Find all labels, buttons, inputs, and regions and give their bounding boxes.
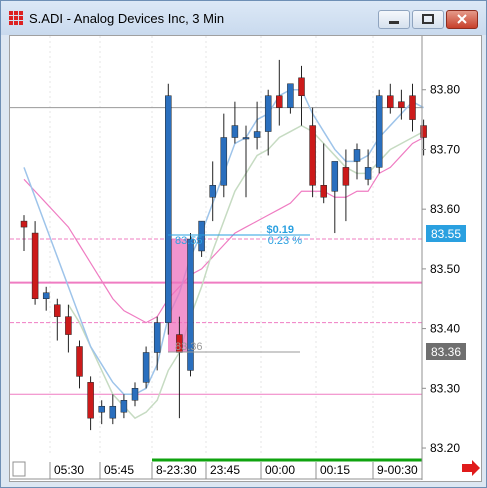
candle-body <box>264 95 272 132</box>
candle-body <box>309 125 316 186</box>
measure-percent: 0.23 % <box>268 235 302 247</box>
candle-body <box>231 125 239 138</box>
candle <box>109 394 117 425</box>
candle-body <box>375 95 383 168</box>
maximize-icon <box>422 14 434 24</box>
chart-area[interactable]: $0.19 0.23 % 83.55 83.36 83.80 83.70 83.60… <box>9 35 482 482</box>
candle <box>220 113 228 198</box>
candle-body <box>131 388 139 401</box>
candle <box>253 101 261 150</box>
candle-body <box>142 352 150 383</box>
candle <box>65 304 72 353</box>
candle <box>242 125 250 198</box>
price-tick-label: 83.40 <box>430 322 460 336</box>
price-tick-label: 83.60 <box>430 202 460 216</box>
price-flag-lower-label: 83.36 <box>431 345 461 359</box>
window-title: S.ADI - Analog Devices Inc, 3 Min <box>29 11 225 26</box>
candle <box>120 394 128 419</box>
candle <box>165 83 172 335</box>
time-axis: 05:30 05:45 8-23:30 23:45 00:00 00:15 9-00:30 <box>49 462 418 479</box>
candle-body <box>387 95 394 108</box>
price-tick-label: 83.80 <box>430 83 460 97</box>
price-tick-label: 83.50 <box>430 262 460 276</box>
grid <box>49 36 374 454</box>
scroll-right-arrow-icon[interactable] <box>462 460 480 476</box>
minimize-icon <box>389 21 399 24</box>
candle-body <box>287 83 294 108</box>
price-tick-label: 83.20 <box>430 441 460 455</box>
candle <box>87 376 94 431</box>
measure-end-label: 83.36 <box>175 341 203 353</box>
chart-window: S.ADI - Analog Devices Inc, 3 Min $0.19 … <box>0 0 487 488</box>
candle-body <box>398 101 405 108</box>
candle-body <box>165 95 172 323</box>
candle <box>187 233 194 377</box>
candle <box>98 400 105 425</box>
candle-body <box>320 185 327 198</box>
candle-body <box>209 185 216 198</box>
candle-body <box>298 77 305 96</box>
price-chart[interactable]: $0.19 0.23 % 83.55 83.36 83.8083.7083.60… <box>10 36 481 481</box>
time-tick-label: 00:15 <box>320 463 350 477</box>
candle <box>264 89 272 156</box>
candle-body <box>409 95 416 120</box>
candle <box>42 286 50 311</box>
maximize-button[interactable] <box>412 10 444 29</box>
candle <box>375 89 383 174</box>
time-tick-label: 23:45 <box>210 463 240 477</box>
candle <box>309 107 316 198</box>
price-flag-upper-label: 83.55 <box>431 227 461 241</box>
price-axis: 83.80 83.70 83.60 83.50 83.40 83.30 83.20 <box>422 83 460 455</box>
candle <box>364 149 372 186</box>
candle-body <box>253 131 261 138</box>
scroll-box[interactable] <box>12 461 26 477</box>
time-tick-label: 05:45 <box>104 463 134 477</box>
candle-body <box>31 232 39 299</box>
title-bar[interactable]: S.ADI - Analog Devices Inc, 3 Min <box>1 1 486 35</box>
candle-body <box>20 220 28 228</box>
candle-body <box>65 316 72 335</box>
candle-body <box>120 400 128 413</box>
candle-body <box>98 405 105 413</box>
candle <box>76 340 83 389</box>
app-icon <box>9 11 23 25</box>
candle <box>287 83 294 114</box>
candle-body <box>364 167 372 180</box>
candle <box>131 382 139 407</box>
close-button[interactable] <box>446 10 478 29</box>
candle-body <box>242 137 250 140</box>
candle-body <box>153 322 161 353</box>
candle-body <box>220 137 228 186</box>
candle <box>20 215 28 251</box>
candle <box>387 83 394 114</box>
time-tick-label: 8-23:30 <box>156 463 197 477</box>
candle-body <box>342 167 350 186</box>
time-tick-label: 05:30 <box>54 463 84 477</box>
candle <box>54 298 61 341</box>
time-tick-label: 9-00:30 <box>377 463 418 477</box>
price-tick-label: 83.70 <box>430 142 460 156</box>
price-tick-label: 83.30 <box>430 381 460 395</box>
candle <box>153 316 161 371</box>
candle <box>298 65 305 126</box>
candle-body <box>353 149 361 162</box>
candle <box>409 83 416 132</box>
candle <box>209 161 216 222</box>
close-icon <box>457 14 467 24</box>
measure-start-label: 83.55 <box>175 235 203 247</box>
candle <box>320 143 327 204</box>
time-tick-label: 00:00 <box>265 463 295 477</box>
candle-body <box>331 161 339 192</box>
minimize-button[interactable] <box>378 10 410 29</box>
candle <box>142 346 150 389</box>
candle-body <box>109 405 117 419</box>
candle-body <box>76 346 83 377</box>
candle-body <box>87 382 94 419</box>
candle <box>31 221 39 305</box>
candle-body <box>54 304 61 317</box>
candle-body <box>42 292 50 299</box>
candle <box>276 59 283 126</box>
candle-body <box>276 95 283 108</box>
